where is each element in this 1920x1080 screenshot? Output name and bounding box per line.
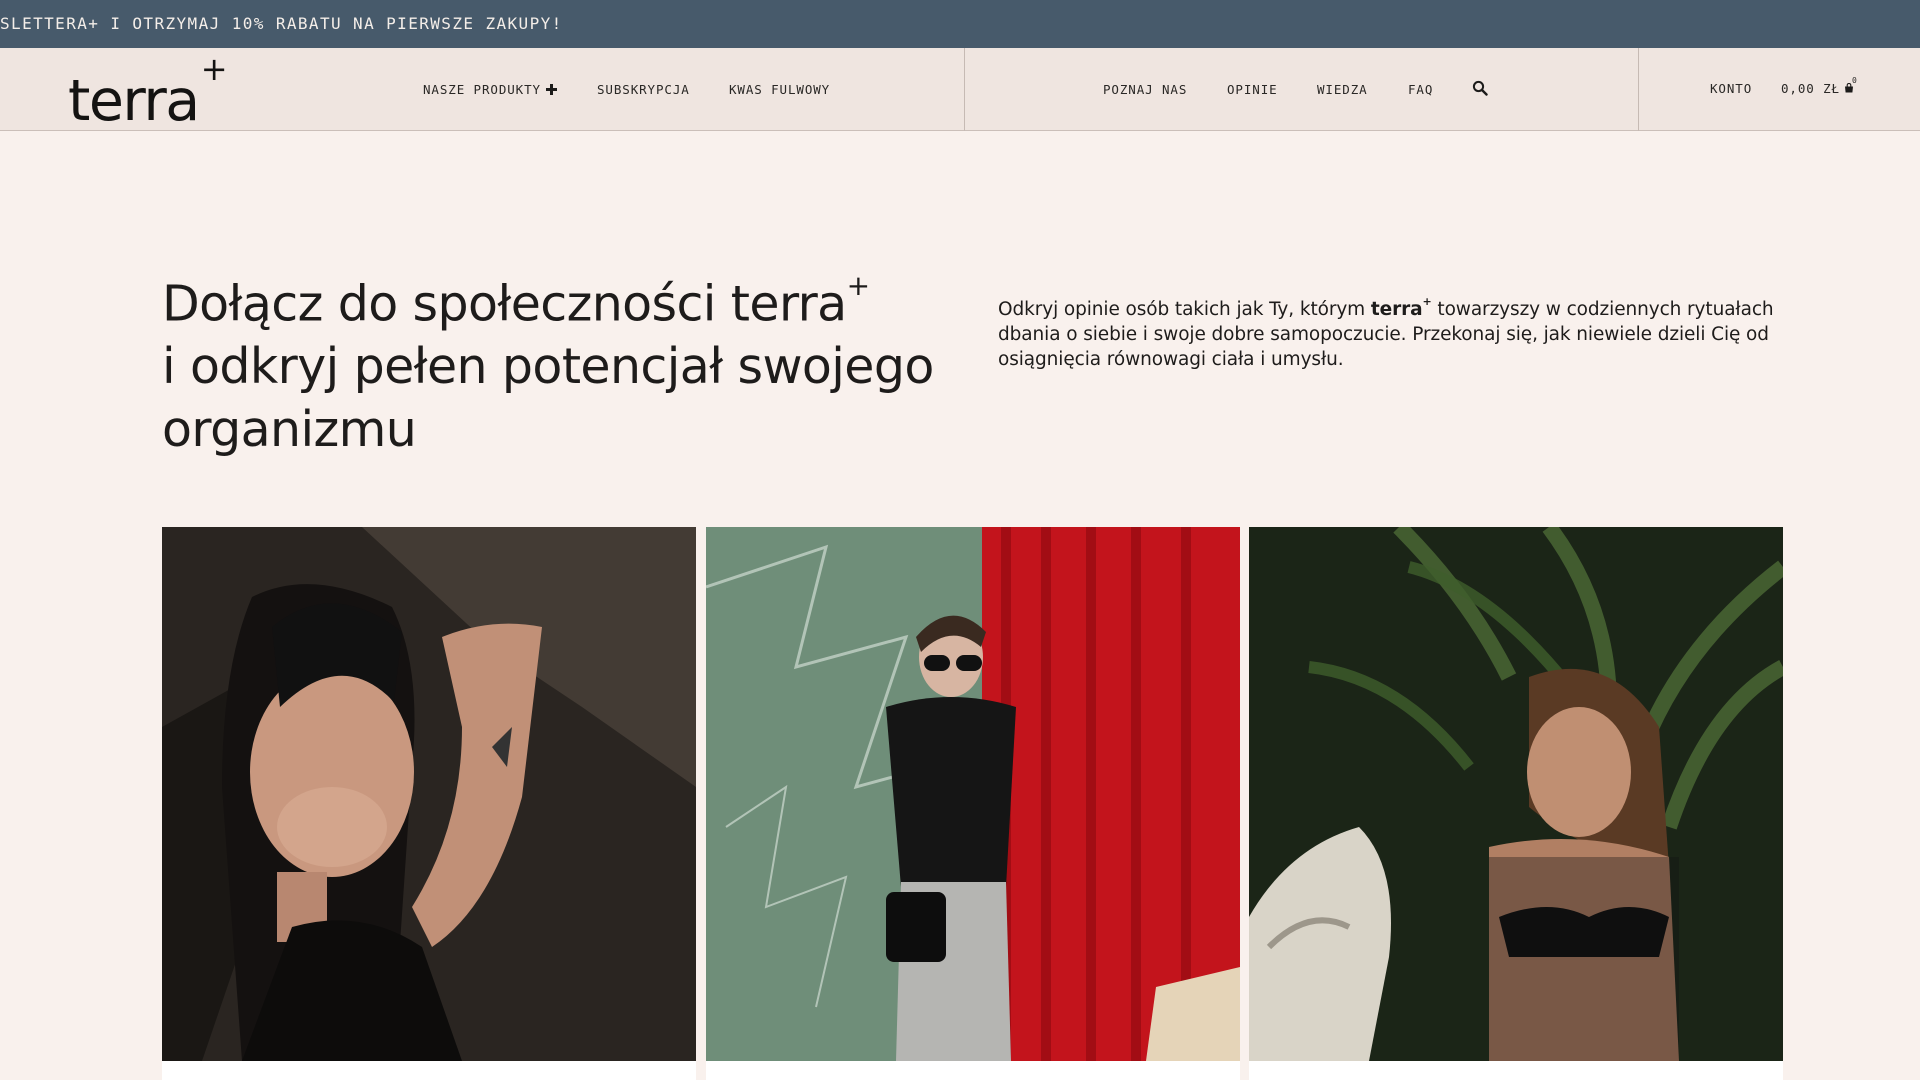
nav-item-label: KWAS FULWOWY bbox=[729, 82, 831, 97]
card-footer bbox=[162, 1061, 696, 1080]
hero-title-line1: Dołącz do społeczności terra bbox=[162, 275, 847, 333]
card-footer bbox=[706, 1061, 1240, 1080]
site-header: terra+ bbox=[0, 48, 1920, 131]
review-photo-woman-rocks[interactable] bbox=[162, 527, 696, 1061]
photo-illustration bbox=[706, 527, 1240, 1061]
nav-item-fulvic-acid[interactable]: KWAS FULWOWY bbox=[729, 82, 830, 97]
account-link[interactable]: KONTO bbox=[1710, 81, 1752, 96]
nav-item-label: WIEDZA bbox=[1317, 82, 1368, 97]
photo-illustration bbox=[162, 527, 696, 1061]
hero-title-line3: organizmu bbox=[162, 401, 417, 459]
plus-icon bbox=[545, 84, 557, 95]
review-photo-man-curtain[interactable] bbox=[706, 527, 1240, 1061]
nav-item-label: SUBSKRYPCJA bbox=[597, 82, 690, 97]
hero-description: Odkryj opinie osób takich jak Ty, którym… bbox=[998, 292, 1788, 372]
search-icon[interactable] bbox=[1472, 80, 1488, 96]
hero-title-plus-mark: + bbox=[846, 269, 870, 302]
hero-title: Dołącz do społeczności terra+ i odkryj pe… bbox=[162, 262, 982, 461]
nav-item-reviews[interactable]: OPINIE bbox=[1227, 82, 1278, 97]
review-photo-woman-palms[interactable] bbox=[1249, 527, 1783, 1061]
nav-item-label: POZNAJ NAS bbox=[1103, 82, 1188, 97]
nav-item-knowledge[interactable]: WIEDZA bbox=[1317, 82, 1368, 97]
nav-item-label: NASZE PRODUKTY bbox=[423, 82, 541, 97]
header-divider bbox=[964, 48, 965, 131]
logo-text: terra bbox=[68, 68, 200, 134]
promo-banner[interactable]: SLETTERA+ I OTRZYMAJ 10% RABATU NA PIERW… bbox=[0, 0, 1920, 48]
account-label: KONTO bbox=[1710, 81, 1753, 96]
hero-title-line2: i odkryj pełen potencjał swojego bbox=[162, 338, 934, 396]
nav-item-label: FAQ bbox=[1408, 82, 1434, 97]
hero-desc-brand: terra bbox=[1370, 299, 1423, 321]
cart-button[interactable]: 0,00 ZŁ bbox=[1781, 81, 1854, 96]
card-footer bbox=[1249, 1061, 1783, 1080]
logo[interactable]: terra+ bbox=[68, 50, 228, 130]
nav-item-subscription[interactable]: SUBSKRYPCJA bbox=[597, 82, 690, 97]
cart-count-badge: 0 bbox=[1852, 76, 1857, 85]
photo-illustration bbox=[1249, 527, 1783, 1061]
cart-total: 0,00 ZŁ bbox=[1781, 81, 1840, 96]
nav-item-about[interactable]: POZNAJ NAS bbox=[1103, 82, 1187, 97]
logo-plus-mark: + bbox=[200, 50, 228, 88]
nav-item-label: OPINIE bbox=[1227, 82, 1278, 97]
promo-text: SLETTERA+ I OTRZYMAJ 10% RABATU NA PIERW… bbox=[0, 14, 563, 33]
hero-desc-brand-mark: + bbox=[1422, 295, 1432, 308]
header-divider bbox=[1638, 48, 1639, 131]
hero-desc-part1: Odkryj opinie osób takich jak Ty, którym bbox=[998, 299, 1371, 321]
nav-item-products[interactable]: NASZE PRODUKTY bbox=[423, 82, 557, 97]
nav-item-faq[interactable]: FAQ bbox=[1408, 82, 1433, 97]
